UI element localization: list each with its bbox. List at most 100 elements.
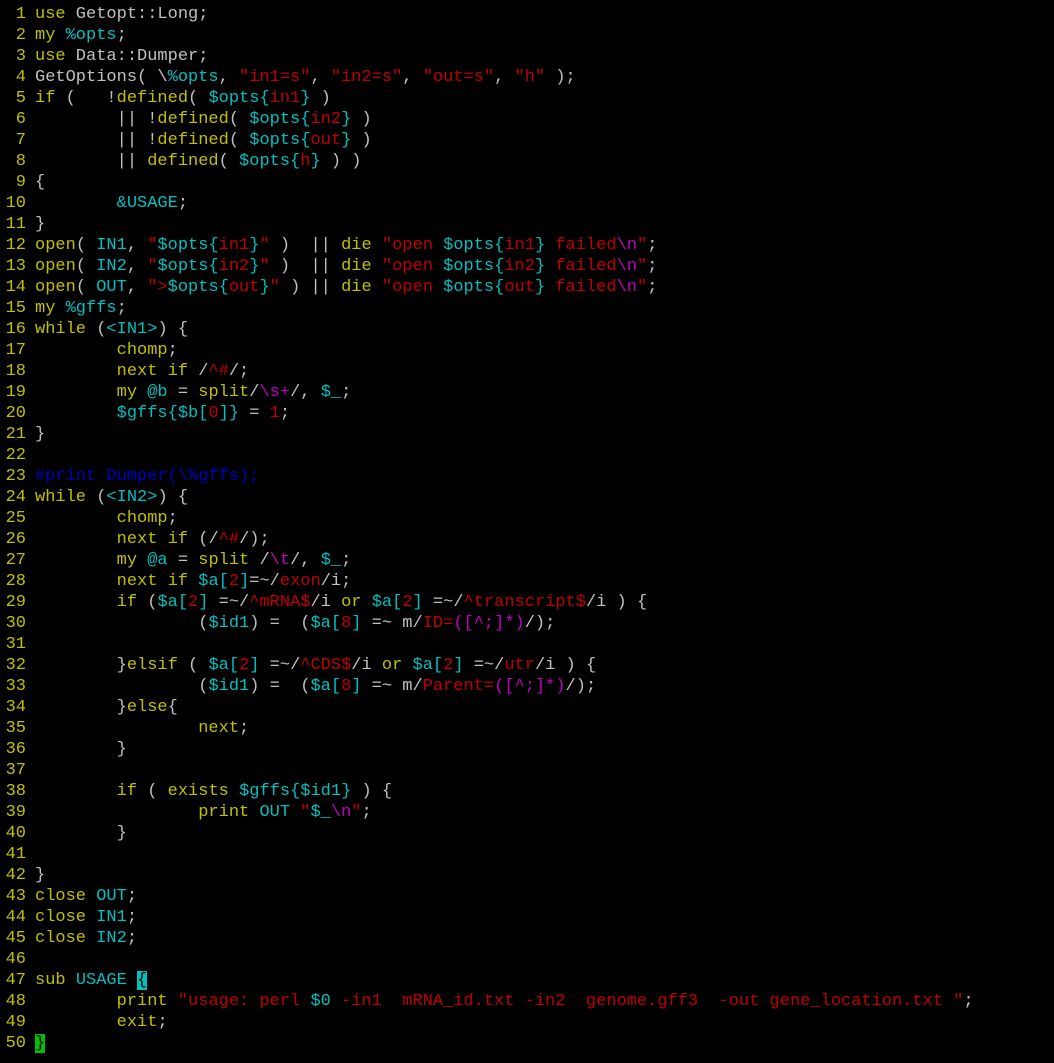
code-line[interactable]: 16 while (<IN1>) {	[0, 319, 188, 340]
code-line[interactable]: 15 my %gffs;	[0, 298, 127, 319]
code-line[interactable]: 12 open( IN1, "$opts{in1}" ) || die "open…	[0, 235, 658, 256]
code-line[interactable]: 20 $gffs{$b[0]} = 1;	[0, 403, 290, 424]
line-number: 19	[5, 383, 26, 402]
code-token: IN1	[96, 236, 127, 255]
code-line[interactable]: 10 &USAGE;	[0, 193, 188, 214]
code-text: close IN2;	[35, 929, 137, 948]
code-token: /i;	[320, 572, 352, 591]
code-line[interactable]: 47 sub USAGE {	[0, 970, 148, 991]
line-number: 5	[15, 89, 26, 108]
code-line[interactable]: 44 close IN1;	[0, 907, 137, 928]
code-line[interactable]: 39 print OUT "$_\n";	[0, 802, 372, 823]
code-token: ">	[147, 278, 168, 297]
code-token: in2	[504, 257, 535, 276]
code-line[interactable]: 8 || defined( $opts{h} ) )	[0, 151, 362, 172]
code-line[interactable]: 2 my %opts;	[0, 25, 127, 46]
code-line[interactable]: 32 }elsif ( $a[2] =~/^CDS$/i or $a[2] =~…	[0, 655, 597, 676]
code-line[interactable]: 4 GetOptions( \%opts, "in1=s", "in2=s", "…	[0, 67, 576, 88]
code-token: ^transcript$	[463, 593, 586, 612]
code-token: (	[188, 89, 209, 108]
code-line[interactable]: 29 if ($a[2] =~/^mRNA$/i or $a[2] =~/^tr…	[0, 592, 648, 613]
code-text: ($id1) = ($a[8] =~ m/ID=([^;]*)/);	[35, 614, 555, 633]
code-line[interactable]: 30 ($id1) = ($a[8] =~ m/ID=([^;]*)/);	[0, 613, 556, 634]
code-text: next if $a[2]=~/exon/i;	[35, 572, 352, 591]
code-line[interactable]: 11}	[0, 214, 46, 235]
code-editor[interactable]: 1 use Getopt::Long; 2 my %opts; 3 use Data::D…	[0, 4, 1054, 1063]
code-token: die	[341, 236, 372, 255]
code-token: IN2	[96, 929, 127, 948]
code-token: or	[341, 593, 362, 612]
code-line[interactable]: 36 }	[0, 739, 127, 760]
code-text: my %opts;	[35, 26, 127, 45]
code-token: ,	[126, 278, 148, 297]
code-token: exit	[116, 1013, 158, 1032]
code-line[interactable]: 46	[0, 949, 35, 970]
code-line[interactable]: 1 use Getopt::Long;	[0, 4, 209, 25]
code-token: "	[636, 278, 648, 297]
code-line[interactable]: 19 my @b = split/\s+/, $_;	[0, 382, 352, 403]
code-line[interactable]: 42}	[0, 865, 46, 886]
code-line[interactable]: 9{	[0, 172, 45, 193]
code-token: while	[35, 488, 87, 507]
code-token: "open	[381, 236, 444, 255]
code-line[interactable]: 27 my @a = split /\t/, $_;	[0, 550, 352, 571]
code-token: defined	[157, 110, 229, 129]
code-text: #print Dumper(\%gffs);	[35, 467, 259, 486]
code-line[interactable]: 17 chomp;	[0, 340, 178, 361]
code-token: if	[167, 572, 189, 591]
code-token: $opts{	[208, 89, 270, 108]
code-line[interactable]: 18 next if /^#/;	[0, 361, 250, 382]
line-number: 18	[5, 362, 26, 381]
code-token: next	[116, 572, 158, 591]
code-line[interactable]: 31	[0, 634, 35, 655]
code-line[interactable]: 13 open( IN2, "$opts{in2}" ) || die "open…	[0, 256, 658, 277]
code-text: $gffs{$b[0]} = 1;	[35, 404, 290, 423]
code-line[interactable]: 21}	[0, 424, 46, 445]
code-line[interactable]: 49 exit;	[0, 1012, 168, 1033]
code-line[interactable]: 26 next if (/^#/);	[0, 529, 270, 550]
code-token: or	[381, 656, 403, 675]
code-token: (	[75, 257, 97, 276]
code-line[interactable]: 24 while (<IN2>) {	[0, 487, 188, 508]
code-token: split	[198, 383, 250, 402]
code-line[interactable]: 5 if ( !defined( $opts{in1} )	[0, 88, 331, 109]
code-line[interactable]: 25 chomp;	[0, 508, 178, 529]
code-token: OUT	[96, 278, 127, 297]
code-text: &USAGE;	[35, 194, 188, 213]
code-token: "	[147, 257, 158, 276]
code-token: in1	[269, 89, 301, 108]
code-token: "	[259, 236, 270, 255]
code-line[interactable]: 6 || !defined( $opts{in2} )	[0, 109, 372, 130]
code-line[interactable]: 28 next if $a[2]=~/exon/i;	[0, 571, 352, 592]
code-line[interactable]: 41	[0, 844, 35, 865]
code-line[interactable]: 34 }else{	[0, 697, 178, 718]
code-line[interactable]: 33 ($id1) = ($a[8] =~ m/Parent=([^;]*)/)…	[0, 676, 597, 697]
code-line[interactable]: 7 || !defined( $opts{out} )	[0, 130, 372, 151]
code-line[interactable]: 22	[0, 445, 35, 466]
code-token: split	[198, 551, 250, 570]
code-token: %opts	[167, 68, 219, 87]
code-line[interactable]: 38 if ( exists $gffs{$id1} ) {	[0, 781, 393, 802]
code-token: || !	[35, 110, 158, 129]
code-line[interactable]: 23 #print Dumper(\%gffs);	[0, 466, 260, 487]
code-line[interactable]: 40 }	[0, 823, 127, 844]
code-line[interactable]: 3 use Data::Dumper;	[0, 46, 209, 67]
code-line[interactable]: 35 next;	[0, 718, 250, 739]
code-line[interactable]: 14 open( OUT, ">$opts{out}" ) || die "ope…	[0, 277, 658, 298]
code-line[interactable]: 48 print "usage: perl $0 -in1 mRNA_id.tx…	[0, 991, 974, 1012]
code-line[interactable]: 50}	[0, 1033, 46, 1054]
code-token: ]	[249, 656, 260, 675]
code-token: $opts{	[157, 257, 219, 276]
code-token: die	[341, 257, 372, 276]
code-line[interactable]: 37	[0, 760, 35, 781]
code-token: GetOptions( \	[35, 68, 168, 87]
code-line[interactable]: 45 close IN2;	[0, 928, 137, 949]
code-line[interactable]: 43 close OUT;	[0, 886, 137, 907]
line-number: 13	[5, 257, 26, 276]
